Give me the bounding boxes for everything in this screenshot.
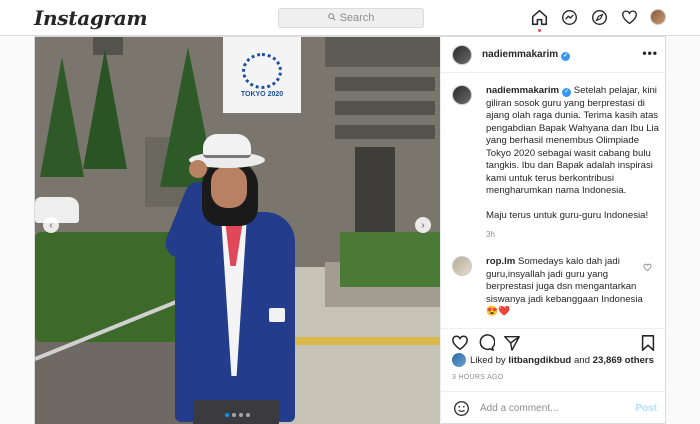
- post-card: TOKYO 2020 ‹ › nadiemmakarim ✓ ••• nadie…: [34, 36, 668, 424]
- caption-text: Setelah pelajar, kini giliran sosok guru…: [486, 85, 660, 196]
- share-send-icon[interactable]: [503, 334, 521, 352]
- messenger-icon[interactable]: [560, 8, 578, 26]
- profile-avatar[interactable]: [650, 9, 666, 25]
- post-comment-button[interactable]: Post: [635, 403, 657, 414]
- liker-username[interactable]: litbangdikbud: [508, 355, 571, 366]
- search-icon: [327, 12, 336, 24]
- post-photo[interactable]: TOKYO 2020 ‹ ›: [35, 37, 440, 424]
- likes-summary[interactable]: Liked by litbangdikbud and 23,869 others: [452, 353, 654, 367]
- search-input[interactable]: Search: [278, 8, 424, 28]
- emoji-smile-icon[interactable]: [452, 400, 470, 418]
- like-heart-icon[interactable]: [451, 334, 469, 352]
- verified-badge-icon: ✓: [562, 88, 572, 97]
- caption-text-2: Maju terus untuk guru-guru Indonesia!: [486, 209, 649, 221]
- person-figure: [147, 132, 327, 424]
- top-navigation: Instagram Search: [0, 0, 700, 36]
- caption: nadiemmakarim ✓ Setelah pelajar, kini gil…: [452, 85, 662, 239]
- next-photo-chevron-icon[interactable]: ›: [415, 217, 431, 233]
- author-avatar[interactable]: [452, 44, 472, 65]
- caption-avatar[interactable]: [452, 85, 472, 105]
- post-actions: [441, 328, 668, 356]
- post-timestamp[interactable]: 3 HOURS AGO: [452, 374, 504, 381]
- carousel-dots: [225, 413, 250, 417]
- more-options-icon[interactable]: •••: [642, 46, 658, 60]
- add-comment-input[interactable]: Add a comment...: [480, 403, 635, 414]
- post-details-panel: nadiemmakarim ✓ ••• nadiemmakarim ✓ Setela…: [440, 37, 668, 424]
- instagram-logo[interactable]: Instagram: [34, 6, 148, 30]
- tokyo-2020-banner: TOKYO 2020: [223, 37, 301, 113]
- commenter-username[interactable]: rop.lm: [486, 256, 515, 267]
- comment-item: rop.lm Somedays kalo dah jadi guru,insya…: [452, 256, 662, 319]
- verified-badge-icon: ✓: [561, 51, 571, 61]
- activity-heart-icon[interactable]: [620, 8, 638, 26]
- active-page-indicator: [538, 29, 541, 32]
- like-comment-heart-icon[interactable]: [643, 263, 652, 274]
- likes-count[interactable]: 23,869 others: [593, 355, 654, 366]
- save-bookmark-icon[interactable]: [639, 334, 657, 352]
- commenter-avatar[interactable]: [452, 256, 472, 276]
- comments-list: nadiemmakarim ✓ Setelah pelajar, kini gil…: [441, 73, 668, 328]
- comment-bubble-icon[interactable]: [477, 334, 495, 352]
- author-username[interactable]: nadiemmakarim ✓: [482, 49, 571, 61]
- explore-icon[interactable]: [590, 8, 608, 26]
- previous-photo-chevron-icon[interactable]: ‹: [43, 217, 59, 233]
- add-comment-bar: Add a comment... Post: [441, 391, 668, 424]
- search-placeholder: Search: [339, 12, 375, 24]
- home-icon[interactable]: [530, 8, 548, 26]
- caption-username[interactable]: nadiemmakarim: [486, 85, 559, 96]
- post-header: nadiemmakarim ✓ •••: [441, 37, 668, 73]
- caption-time[interactable]: 3h: [486, 230, 662, 239]
- liker-avatar: [452, 353, 466, 367]
- comment-emoji: 😍❤️: [486, 306, 510, 317]
